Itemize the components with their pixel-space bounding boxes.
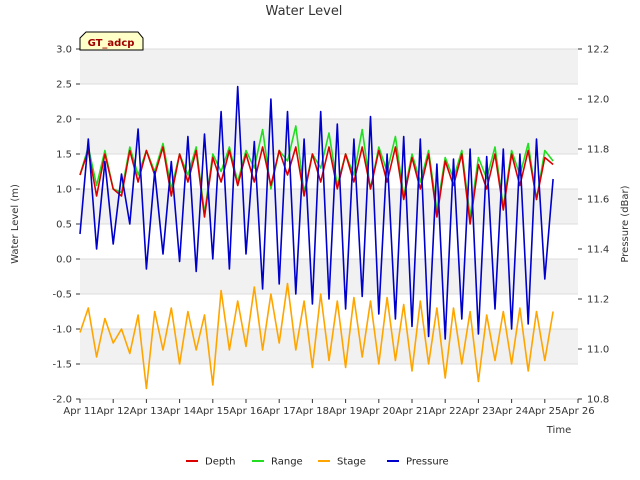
- chart-container: -2.0 -1.5 -1.0 -0.5 0.0 0.5 1.0 1.5 2.0 2.5 3.0 10.…: [0, 0, 640, 480]
- x-tick-label: Apr 26: [561, 406, 594, 417]
- y-axis-title: Water Level (m): [10, 184, 21, 264]
- y-tick-label: 0.0: [56, 255, 72, 266]
- y-tick-label: -1.5: [52, 360, 72, 371]
- station-badge: GT_adcp: [79, 31, 144, 51]
- x-tick-label: Apr 16: [229, 406, 262, 417]
- y-tick-label: 1.5: [56, 150, 72, 161]
- x-tick-label: Apr 15: [196, 406, 229, 417]
- y-tick-label: 3.0: [56, 45, 72, 56]
- plot-band: [80, 84, 578, 119]
- y2-tick-label: 12.2: [587, 45, 609, 56]
- y2-tick-label: 11.8: [587, 145, 609, 156]
- x-tick-label: Apr 24: [495, 406, 528, 417]
- legend-label-pressure: Pressure: [406, 457, 449, 468]
- x-tick-label: Apr 14: [163, 406, 196, 417]
- chart-title: Water Level: [266, 4, 343, 19]
- plot-band: [80, 364, 578, 399]
- x-tick-label: Apr 19: [329, 406, 362, 417]
- y2-tick-label: 12.0: [587, 95, 609, 106]
- plot-band: [80, 224, 578, 259]
- chart-svg: -2.0 -1.5 -1.0 -0.5 0.0 0.5 1.0 1.5 2.0 2.5 3.0 10.…: [0, 0, 640, 480]
- x-tick-label: Apr 13: [130, 406, 163, 417]
- x-tick-label: Apr 22: [429, 406, 462, 417]
- y2-tick-label: 10.8: [587, 395, 609, 406]
- y-tick-label: 0.5: [56, 220, 72, 231]
- x-tick-label: Apr 25: [528, 406, 561, 417]
- x-tick-label: Apr 11: [63, 406, 96, 417]
- y-tick-label: -0.5: [52, 290, 72, 301]
- y2-tick-label: 11.0: [587, 345, 609, 356]
- station-badge-label: GT_adcp: [88, 38, 135, 49]
- y2-axis-title: Pressure (dBar): [620, 185, 631, 262]
- y-tick-label: 1.0: [56, 185, 72, 196]
- y2-tick-label: 11.6: [587, 195, 609, 206]
- x-tick-label: Apr 12: [97, 406, 130, 417]
- y-tick-label: 2.5: [56, 80, 72, 91]
- legend-label-range: Range: [271, 457, 303, 468]
- legend-label-stage: Stage: [337, 457, 366, 468]
- y2-tick-label: 11.4: [587, 245, 609, 256]
- y-tick-label: -1.0: [52, 325, 72, 336]
- y2-tick-label: 11.2: [587, 295, 609, 306]
- y-tick-label: 2.0: [56, 115, 72, 126]
- x-tick-label: Apr 20: [362, 406, 395, 417]
- x-tick-label: Apr 17: [263, 406, 296, 417]
- x-tick-label: Apr 18: [296, 406, 329, 417]
- legend-label-depth: Depth: [205, 457, 235, 468]
- y-tick-label: -2.0: [52, 395, 72, 406]
- plot-band: [80, 49, 578, 84]
- x-tick-label: Apr 21: [395, 406, 428, 417]
- x-tick-label: Apr 23: [462, 406, 495, 417]
- x-axis-title: Time: [546, 425, 571, 436]
